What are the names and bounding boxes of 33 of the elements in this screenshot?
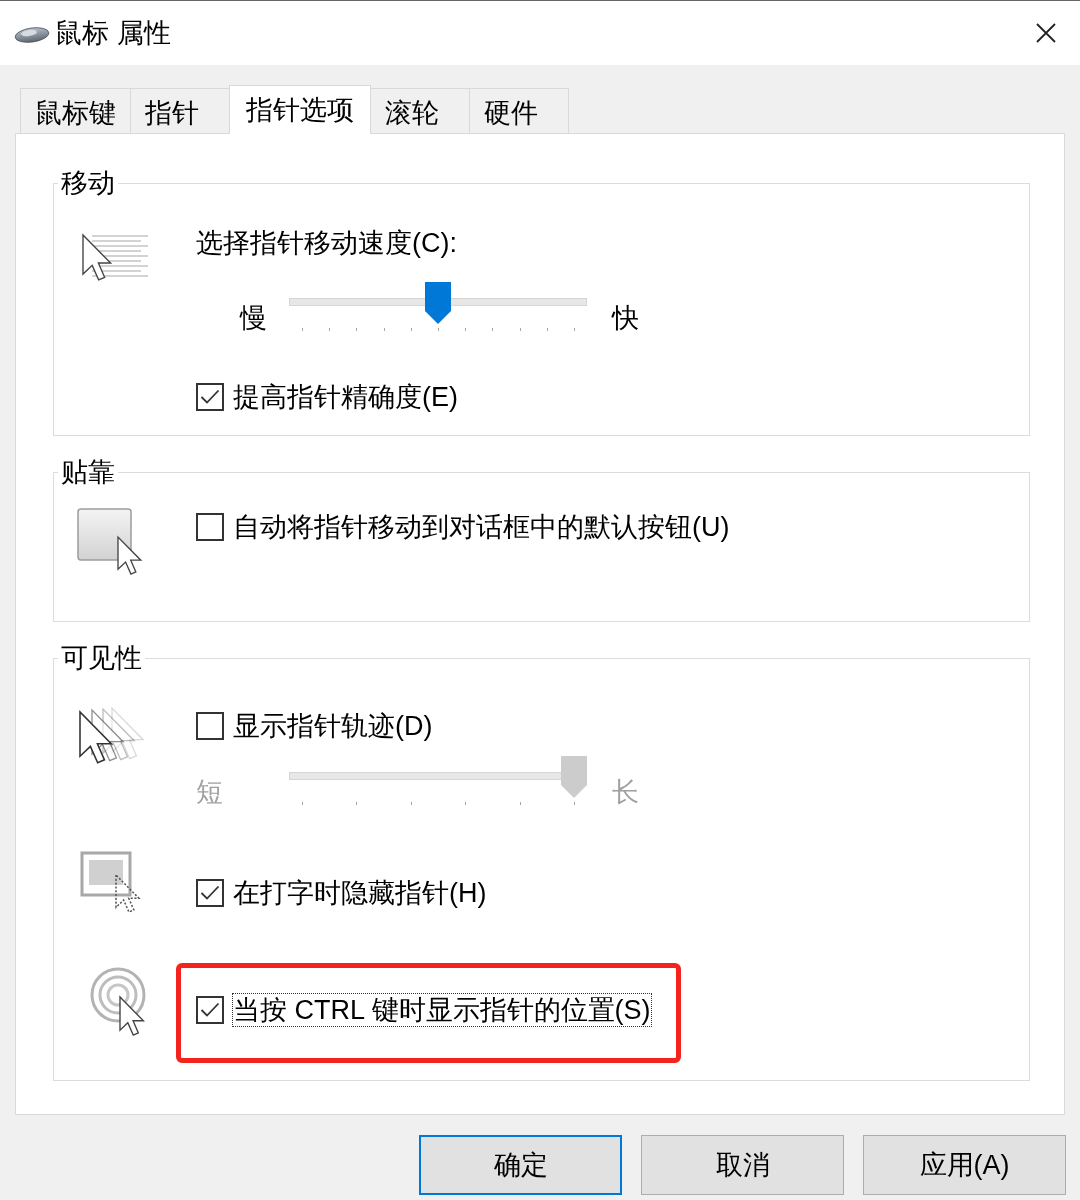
checkbox[interactable] (196, 879, 224, 907)
group-title: 可见性 (60, 642, 143, 675)
slider-track[interactable] (289, 282, 587, 332)
slider-min-label: 短 (196, 776, 223, 809)
tab[interactable]: 鼠标键 (20, 88, 131, 133)
dialog-button[interactable]: 确定 (419, 1135, 622, 1195)
checkbox-label[interactable]: 在打字时隐藏指针(H) (233, 877, 487, 909)
checkbox-label[interactable]: 提高指针精确度(E) (233, 381, 458, 413)
tab[interactable]: 硬件 (469, 88, 569, 133)
checkbox-label[interactable]: 显示指针轨迹(D) (233, 710, 433, 742)
checkbox[interactable] (196, 996, 224, 1024)
checkbox-label[interactable]: 自动将指针移动到对话框中的默认按钮(U) (233, 511, 730, 543)
checkbox-label[interactable]: 当按 CTRL 键时显示指针的位置(S) (233, 994, 651, 1026)
dialog-button[interactable]: 应用(A) (863, 1135, 1066, 1195)
group-title: 移动 (60, 167, 116, 200)
slider-thumb[interactable] (425, 282, 451, 324)
group-title: 贴靠 (60, 456, 116, 489)
slider-max-label: 长 (612, 776, 639, 809)
dialog-button[interactable]: 取消 (641, 1135, 844, 1195)
slider-label: 选择指针移动速度(C): (196, 227, 458, 260)
tab[interactable]: 指针选项 (229, 85, 371, 134)
checkbox[interactable] (196, 513, 224, 541)
slider-min-label: 慢 (240, 302, 267, 335)
mouse-icon (14, 25, 50, 44)
checkbox[interactable] (196, 383, 224, 411)
checkmark-icon (200, 885, 220, 901)
checkbox[interactable] (196, 712, 224, 740)
close-icon (1036, 23, 1056, 43)
cursor-motion-icon (80, 232, 150, 284)
checkmark-icon (200, 1002, 220, 1018)
window-title: 鼠标 属性 (55, 17, 171, 50)
checkmark-icon (200, 389, 220, 405)
slider-max-label: 快 (612, 302, 639, 335)
